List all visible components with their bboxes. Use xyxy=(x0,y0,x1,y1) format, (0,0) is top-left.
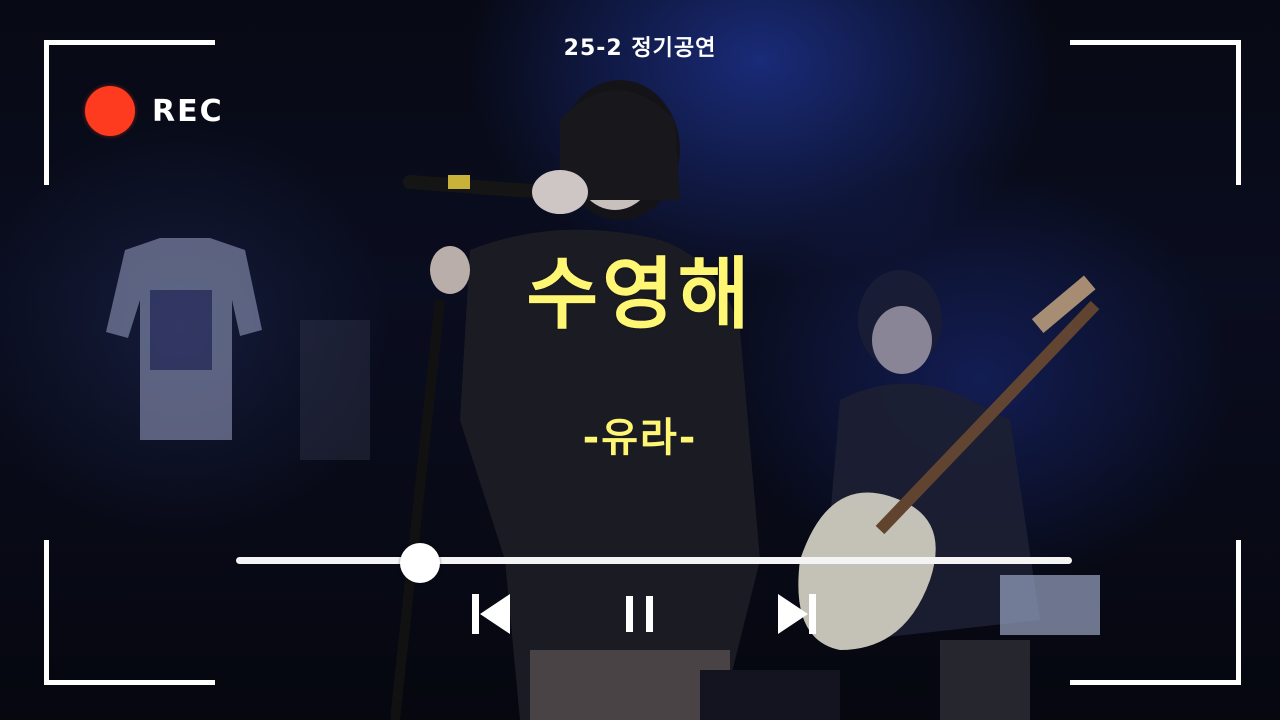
progress-handle[interactable] xyxy=(399,543,440,583)
viewfinder-corner-bottom-right xyxy=(1070,540,1241,685)
hanging-shirt xyxy=(106,238,262,440)
performer-name: -유라- xyxy=(582,415,698,461)
progress-bar[interactable] xyxy=(236,557,1072,564)
viewfinder-corner-bottom-left xyxy=(44,540,215,685)
recording-label: REC xyxy=(152,94,224,129)
pause-button[interactable] xyxy=(618,592,666,636)
previous-button[interactable] xyxy=(468,592,516,636)
recording-indicator-dot xyxy=(85,86,135,136)
skip-next-icon xyxy=(778,594,816,634)
song-title: 수영해 xyxy=(526,250,754,340)
event-title: 25-2 정기공연 xyxy=(563,36,717,61)
pause-icon xyxy=(626,596,653,632)
video-frame: 25-2 정기공연 REC 수영해 -유라- xyxy=(0,0,1280,720)
skip-previous-icon xyxy=(472,594,510,634)
viewfinder-corner-top-right xyxy=(1070,40,1241,185)
next-button[interactable] xyxy=(772,592,820,636)
